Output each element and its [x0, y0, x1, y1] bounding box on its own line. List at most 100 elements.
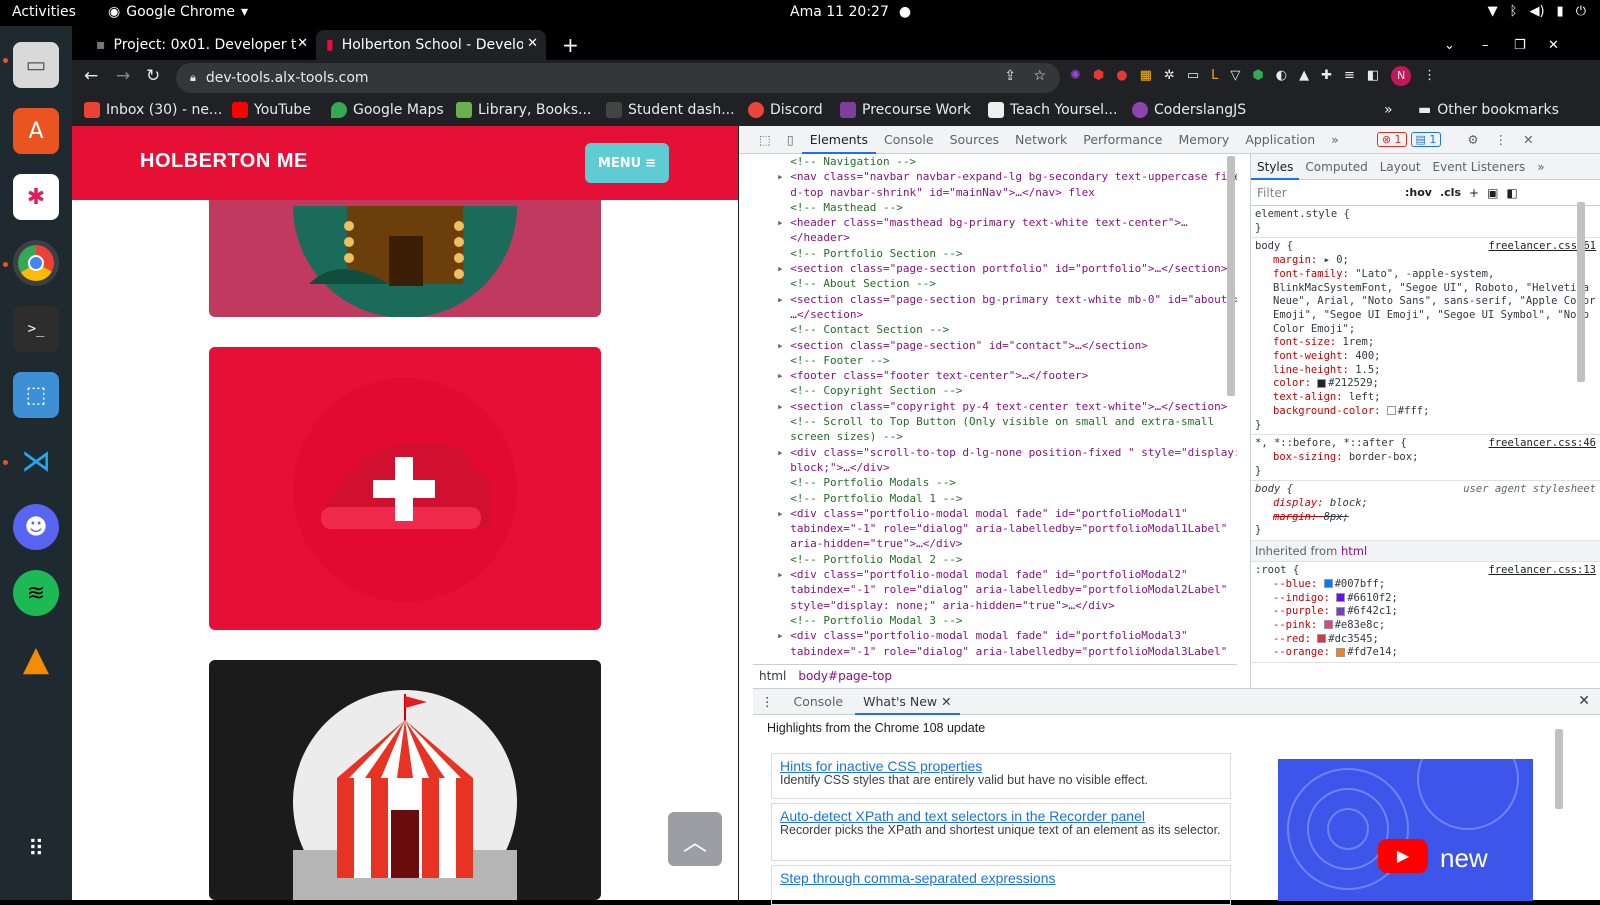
styles-scrollbar[interactable] — [1577, 202, 1585, 382]
minimize-icon[interactable]: – — [1472, 30, 1499, 60]
new-rule-icon[interactable]: + — [1469, 186, 1479, 200]
dom-node-line[interactable]: tabindex="-1" role="dialog" aria-labelle… — [753, 644, 1237, 659]
bookmark-youtube[interactable]: YouTube — [232, 102, 311, 118]
css-declaration[interactable]: font-family: "Lato", -apple-system, Blin… — [1255, 268, 1596, 337]
dom-node-line[interactable]: ▸ <nav class="navbar navbar-expand-lg bg… — [753, 169, 1237, 184]
bookmark-coderslang[interactable]: CoderslangJS — [1132, 102, 1246, 118]
dom-node-line[interactable]: …</section> — [753, 307, 1237, 322]
media-icon[interactable]: ≡ — [1344, 68, 1355, 86]
tab-computed[interactable]: Computed — [1299, 154, 1373, 180]
dom-node-line[interactable]: style="display: none;" aria-hidden="true… — [753, 598, 1237, 613]
screenshot-icon[interactable]: ⬚ — [13, 372, 59, 418]
dom-comment-line[interactable]: <!-- Portfolio Section --> — [753, 246, 1237, 261]
close-window-icon[interactable]: ✕ — [1538, 30, 1569, 60]
css-declaration[interactable]: --orange: #fd7e14; — [1255, 646, 1596, 660]
whats-new-title[interactable]: Hints for inactive CSS properties — [780, 758, 1222, 774]
slack-icon[interactable]: ✱ — [13, 174, 59, 220]
scroll-to-top-button[interactable]: ︿ — [668, 812, 722, 866]
dom-node-line[interactable]: ▸ <section class="copyright py-4 text-ce… — [753, 399, 1237, 414]
css-declaration[interactable]: margin: 8px; — [1255, 511, 1596, 525]
crumb-html[interactable]: html — [759, 669, 786, 683]
extension-icon[interactable]: ▦ — [1140, 68, 1152, 86]
bookmark-teach-yourself[interactable]: Teach Yoursel... — [988, 102, 1117, 118]
dom-tree-scrollbar[interactable] — [1227, 156, 1235, 396]
whats-new-title[interactable]: Auto-detect XPath and text selectors in … — [780, 808, 1222, 824]
whats-new-item[interactable]: Auto-detect XPath and text selectors in … — [771, 803, 1231, 861]
message-count-badge[interactable]: ▤ 1 — [1410, 132, 1442, 147]
dom-node-line[interactable]: ▸ <div class="portfolio-modal modal fade… — [753, 628, 1237, 643]
spotify-icon[interactable]: ≋ — [13, 570, 59, 616]
color-swatch-icon[interactable] — [1317, 378, 1327, 388]
css-rule[interactable]: :root {freelancer.css:13 --blue: #007bff;… — [1251, 562, 1600, 664]
bookmark-precourse[interactable]: Precourse Work — [840, 102, 971, 118]
back-icon[interactable]: ← — [84, 66, 98, 86]
error-count-badge[interactable]: ⊗ 1 — [1376, 132, 1407, 147]
css-declaration[interactable]: --red: #dc3545; — [1255, 633, 1596, 647]
dom-node-line[interactable]: ▸ <div class="portfolio-modal modal fade… — [753, 506, 1237, 521]
extension-icon[interactable]: ▽ — [1230, 68, 1240, 86]
css-declaration[interactable]: margin: ▸ 0; — [1255, 254, 1596, 268]
dom-node-line[interactable]: tabindex="-1" role="dialog" aria-labelle… — [753, 521, 1237, 536]
color-swatch-icon[interactable] — [1336, 606, 1346, 616]
dom-node-line[interactable]: ▸ <header class="masthead bg-primary tex… — [753, 215, 1237, 230]
vscode-icon[interactable]: ⋊ — [13, 438, 59, 484]
dom-comment-line[interactable]: <!-- Copyright Section --> — [753, 383, 1237, 398]
css-rule[interactable]: *, *::before, *::after {freelancer.css:4… — [1251, 435, 1600, 482]
css-declaration[interactable]: line-height: 1.5; — [1255, 364, 1596, 378]
software-center-icon[interactable]: A — [13, 108, 59, 154]
close-tab-icon[interactable]: ✕ — [523, 36, 538, 51]
vlc-icon[interactable]: ▲ — [13, 636, 59, 682]
close-drawer-icon[interactable]: ✕ — [1578, 693, 1590, 709]
dom-node-line[interactable]: block;">…</div> — [753, 460, 1237, 475]
extension-icon[interactable]: ▲ — [1299, 68, 1309, 86]
bookmark-star-icon[interactable]: ☆ — [1033, 68, 1046, 84]
dom-comment-line[interactable]: <!-- Contact Section --> — [753, 322, 1237, 337]
bookmark-student-dash[interactable]: Student dash... — [606, 102, 735, 118]
whats-new-video-thumbnail[interactable]: ▶ new — [1278, 759, 1533, 901]
dom-node-line[interactable]: ▸ <div class="scroll-to-top d-lg-none po… — [753, 445, 1237, 460]
system-tray[interactable]: ▼ ᛒ ◀) ▮ ⏻ — [1488, 4, 1586, 19]
dom-comment-line[interactable]: <!-- Masthead --> — [753, 200, 1237, 215]
close-whats-new-icon[interactable]: ✕ — [941, 694, 951, 709]
css-declaration[interactable]: color: #212529; — [1255, 377, 1596, 391]
close-devtools-icon[interactable]: ✕ — [1515, 126, 1541, 154]
cls-toggle[interactable]: .cls — [1440, 186, 1461, 199]
maximize-icon[interactable]: ❐ — [1504, 30, 1536, 60]
dom-comment-line[interactable]: <!-- Portfolio Modal 3 --> — [753, 613, 1237, 628]
dom-node-line[interactable]: ▸ <section class="page-section portfolio… — [753, 261, 1237, 276]
dom-comment-line[interactable]: <!-- Portfolio Modal 2 --> — [753, 552, 1237, 567]
css-declaration[interactable]: --purple: #6f42c1; — [1255, 605, 1596, 619]
css-declaration[interactable]: font-weight: 400; — [1255, 350, 1596, 364]
portfolio-item-cake[interactable] — [209, 347, 601, 630]
css-selector[interactable]: element.style { — [1255, 208, 1596, 222]
color-swatch-icon[interactable] — [1323, 620, 1333, 630]
menu-button[interactable]: MENU ≡ — [585, 143, 669, 183]
adblock-icon[interactable]: ⬢ — [1093, 68, 1104, 86]
dom-node-line[interactable]: ▸ <section class="page-section bg-primar… — [753, 292, 1237, 307]
tab-sources[interactable]: Sources — [942, 126, 1007, 154]
dom-comment-line[interactable]: <!-- Portfolio Modals --> — [753, 475, 1237, 490]
dom-comment-line[interactable]: <!-- Footer --> — [753, 353, 1237, 368]
new-tab-button[interactable]: + — [552, 30, 589, 60]
css-source-link[interactable]: freelancer.css:46 — [1489, 437, 1596, 451]
side-panel-icon[interactable]: ◧ — [1367, 68, 1379, 86]
address-bar[interactable]: 🔒︎ dev-tools.alx-tools.com ⇪ ☆ — [176, 63, 1060, 93]
tab-elements[interactable]: Elements — [801, 126, 876, 154]
css-declaration[interactable]: text-align: left; — [1255, 391, 1596, 405]
color-swatch-icon[interactable] — [1323, 579, 1333, 589]
tab-holberton[interactable]: ▮ Holberton School - Develo ✕ — [316, 30, 546, 60]
css-rule[interactable]: element.style {} — [1251, 206, 1600, 239]
extension-icon[interactable]: ▭ — [1187, 68, 1199, 86]
inspect-element-icon[interactable]: ⬚ — [739, 126, 779, 154]
tab-network[interactable]: Network — [1007, 126, 1075, 154]
dom-comment-line[interactable]: <!-- Scroll to Top Button (Only visible … — [753, 414, 1237, 429]
kebab-menu-icon[interactable]: ⋮ — [1423, 68, 1436, 86]
extension-icon[interactable]: ⬢ — [1252, 68, 1263, 86]
tab-styles[interactable]: Styles — [1251, 154, 1300, 180]
hov-toggle[interactable]: :hov — [1405, 186, 1432, 199]
whats-new-item[interactable]: Hints for inactive CSS properties Identif… — [771, 753, 1231, 799]
youtube-play-icon[interactable]: ▶ — [1378, 839, 1428, 873]
app-menu[interactable]: ◉ Google Chrome ▾ — [108, 4, 248, 20]
whats-new-item[interactable]: Step through comma-separated expressions — [771, 865, 1231, 905]
dom-node-line[interactable]: tabindex="-1" role="dialog" aria-labelle… — [753, 582, 1237, 597]
